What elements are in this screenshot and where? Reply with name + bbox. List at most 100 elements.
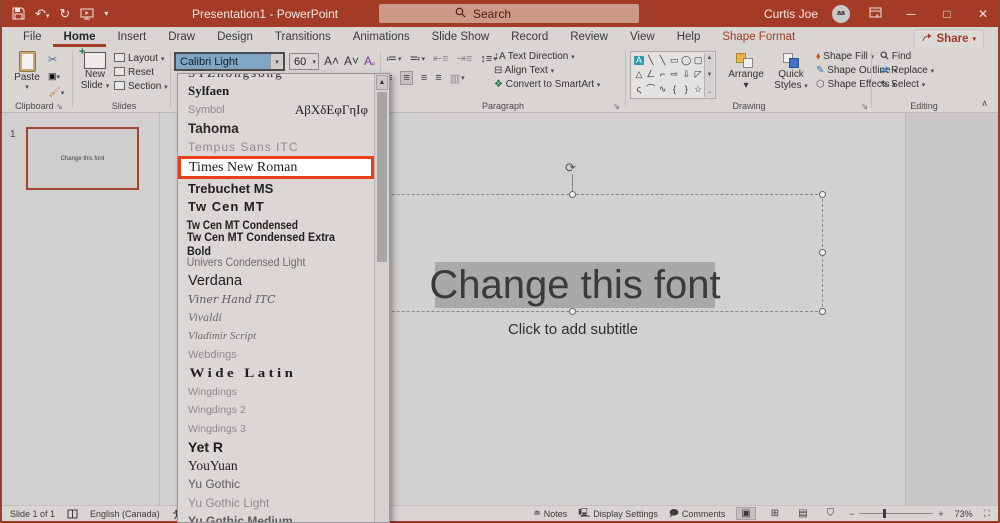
drawing-dialog-launcher-icon[interactable]: ⇘ [861, 102, 868, 111]
clear-formatting-button[interactable]: Aₚ [364, 54, 375, 68]
shape-icon[interactable]: ⌒ [646, 85, 656, 94]
shape-icon[interactable]: ╲ [658, 56, 668, 65]
zoom-level[interactable]: 73% [955, 509, 973, 519]
font-size-combo[interactable]: 60 ▾ [289, 53, 319, 70]
zoom-thumb[interactable] [883, 509, 886, 518]
grow-font-button[interactable]: A˄ [324, 54, 339, 68]
text-direction-button[interactable]: ↕A Text Direction ▾ [494, 51, 600, 62]
cut-icon[interactable]: ✂ [48, 53, 64, 66]
rotate-handle[interactable]: ⟳ [565, 160, 576, 176]
shape-icon[interactable]: ⌐ [658, 70, 668, 79]
paragraph-dialog-launcher-icon[interactable]: ⇘ [613, 102, 620, 111]
font-item[interactable]: Tw Cen MT [178, 198, 374, 217]
font-item[interactable]: Wingdings 3 [178, 420, 374, 439]
tab-slide-show[interactable]: Slide Show [421, 28, 501, 47]
shapes-gallery[interactable]: A╲╲▭◯▢△ㄥ⌐⇨⇩◸ς⌒∿{}☆▲▼⌄ [630, 51, 716, 99]
font-item[interactable]: Tahoma [178, 119, 374, 138]
shape-icon[interactable]: △ [634, 70, 644, 79]
font-item[interactable]: Tempus Sans ITC [178, 138, 374, 157]
font-item[interactable]: Tw Cen MT Condensed Extra Bold [178, 235, 354, 254]
convert-smartart-button[interactable]: ❖ Convert to SmartArt ▾ [494, 79, 600, 90]
tab-design[interactable]: Design [206, 28, 264, 47]
shape-icon[interactable]: ◸ [693, 70, 703, 79]
shapes-gallery-scrollbar[interactable]: ▲▼⌄ [704, 53, 714, 97]
collapse-ribbon-icon[interactable]: ∧ [981, 98, 988, 109]
section-button[interactable]: Section ▾ [114, 81, 168, 92]
justify-icon[interactable]: ≡ [435, 71, 441, 85]
columns-button[interactable]: ▥▾ [450, 71, 465, 85]
align-text-button[interactable]: ⊟ Align Text ▾ [494, 65, 600, 76]
comments-button[interactable]: 🗩Comments [669, 506, 726, 522]
fit-to-window-icon[interactable]: ⛶ [984, 508, 990, 519]
bullets-button[interactable]: ≔▾ [386, 52, 402, 65]
resize-handle-bottom-right[interactable] [819, 308, 826, 315]
font-item-partial[interactable]: STZhongsong [178, 74, 389, 82]
font-item[interactable]: YouYuan [178, 457, 374, 476]
reading-view-button[interactable]: ▤ [794, 508, 811, 519]
notes-button[interactable]: ≐Notes [533, 508, 567, 519]
tab-view[interactable]: View [619, 28, 666, 47]
shrink-font-button[interactable]: A˅ [344, 54, 359, 68]
font-item[interactable]: Viner Hand ITC [178, 290, 374, 309]
font-item[interactable]: Times New Roman [178, 156, 374, 179]
font-item[interactable]: Wide Latin [178, 364, 374, 383]
zoom-slider[interactable]: − + [849, 509, 944, 519]
font-name-combo[interactable]: Calibri Light ▾ [174, 52, 285, 71]
align-center-icon[interactable]: ≡ [400, 71, 412, 85]
format-painter-icon[interactable]: 🖌▾ [48, 87, 64, 98]
avatar[interactable]: aa [832, 5, 850, 23]
shape-icon[interactable]: ▭ [669, 56, 679, 65]
slide-sorter-view-button[interactable]: ⊞ [767, 508, 783, 519]
zoom-out-icon[interactable]: − [849, 509, 854, 519]
tab-file[interactable]: File [12, 28, 53, 47]
resize-handle-right[interactable] [819, 249, 826, 256]
font-item[interactable]: Vladimir Script [178, 327, 374, 346]
user-name[interactable]: Curtis Joe [764, 7, 818, 21]
start-from-beginning-icon[interactable] [80, 8, 94, 20]
tab-draw[interactable]: Draw [157, 28, 206, 47]
font-item[interactable]: Yu Gothic Medium [178, 512, 374, 522]
arrange-button[interactable]: Arrange ▾ [724, 53, 768, 91]
ribbon-display-options-icon[interactable] [864, 7, 886, 21]
slideshow-view-button[interactable]: ⛉ [823, 508, 839, 519]
text-box-icon[interactable]: A [634, 56, 644, 65]
tab-help[interactable]: Help [666, 28, 712, 47]
redo-icon[interactable]: ↻ [59, 7, 70, 20]
tab-transitions[interactable]: Transitions [264, 28, 342, 47]
slide-title-text[interactable]: Change this font [435, 262, 715, 308]
paste-button[interactable]: Paste ▾ [12, 51, 42, 91]
decrease-indent-icon[interactable]: ⇤≡ [433, 52, 449, 65]
tab-review[interactable]: Review [559, 28, 619, 47]
shape-icon[interactable]: { [669, 85, 679, 94]
font-item[interactable]: Sylfaen [178, 82, 374, 101]
customize-qat-icon[interactable]: ▾ [104, 10, 108, 18]
quick-styles-button[interactable]: Quick Styles ▾ [770, 53, 812, 91]
font-item[interactable]: Webdings [178, 346, 374, 365]
font-dropdown-scrollbar[interactable]: ▲ [374, 74, 389, 522]
scroll-thumb[interactable] [377, 92, 387, 262]
shape-icon[interactable]: ▢ [693, 56, 703, 65]
share-button[interactable]: Share ▾ [914, 29, 984, 48]
reset-button[interactable]: Reset [114, 67, 168, 78]
increase-indent-icon[interactable]: ⇥≡ [457, 52, 473, 65]
font-name-caret-icon[interactable]: ▾ [270, 54, 283, 69]
spellcheck-icon[interactable] [67, 509, 78, 519]
tab-insert[interactable]: Insert [106, 28, 157, 47]
copy-icon[interactable]: ▣▾ [48, 71, 64, 82]
slide-thumbnail[interactable]: Change this font [26, 127, 139, 190]
resize-handle-top[interactable] [569, 191, 576, 198]
normal-view-button[interactable]: ▣ [736, 507, 755, 520]
tab-home[interactable]: Home [53, 28, 107, 47]
tab-record[interactable]: Record [500, 28, 559, 47]
shape-icon[interactable]: ς [634, 85, 644, 94]
font-item[interactable]: Univers Condensed Light [178, 253, 350, 272]
layout-button[interactable]: Layout ▾ [114, 53, 168, 64]
minimize-button[interactable]: ─ [900, 7, 922, 21]
zoom-in-icon[interactable]: + [938, 509, 943, 519]
replace-button[interactable]: ⇄ Replace ▾ [880, 65, 934, 76]
shape-icon[interactable]: } [681, 85, 691, 94]
display-settings-button[interactable]: 🖳Display Settings [578, 506, 658, 522]
shape-icon[interactable]: ◯ [681, 56, 691, 65]
font-item[interactable]: SymbolΑβΧδΕφΓηΙφ [178, 101, 374, 120]
font-item[interactable]: Yu Gothic [178, 475, 374, 494]
